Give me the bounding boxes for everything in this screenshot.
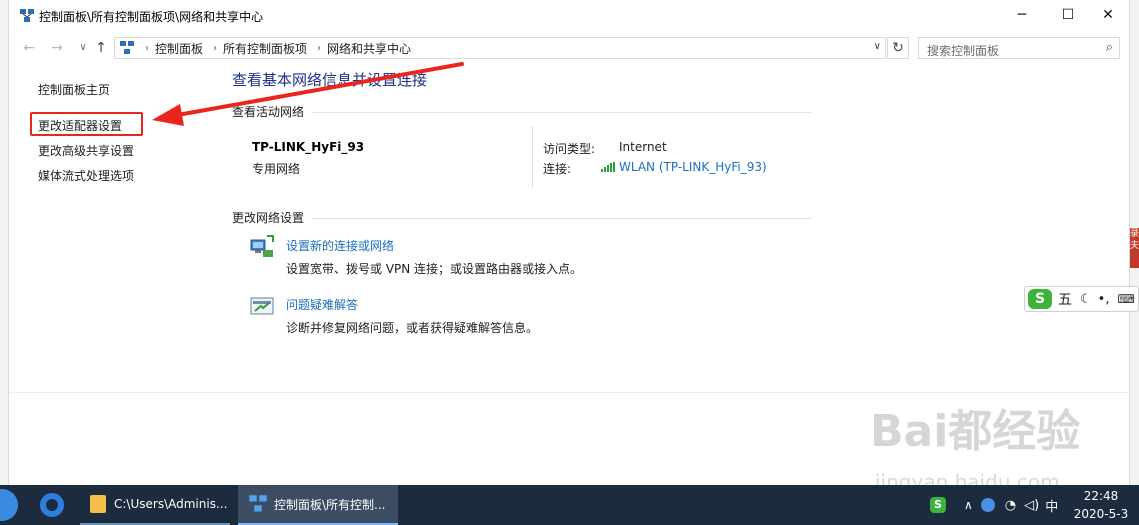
taskbar-item-label: 控制面板\所有控制...: [274, 497, 386, 512]
ie-icon[interactable]: [980, 498, 995, 512]
control-panel-icon: [249, 495, 267, 512]
folder-icon: [90, 495, 106, 513]
ime-toolbar[interactable]: S 五 ☾ •, ⌨: [1024, 286, 1139, 312]
start-edge-icon[interactable]: [0, 489, 18, 521]
taskbar-item-label: C:\Users\Adminis...: [114, 497, 228, 511]
sogou-tray-icon[interactable]: S: [930, 497, 946, 513]
wifi-icon[interactable]: ◔: [1005, 498, 1016, 513]
sogou-logo-icon[interactable]: S: [1028, 289, 1052, 309]
taskbar: C:\Users\Adminis... 控制面板\所有控制... S ∧ ◔ ◁…: [0, 485, 1139, 525]
baidu-watermark: Bai都经验: [870, 406, 1081, 457]
taskbar-item-control-panel[interactable]: 控制面板\所有控制...: [238, 485, 398, 525]
clock-date: 2020-5-3: [1073, 507, 1129, 521]
clock-time: 22:48: [1083, 489, 1119, 503]
volume-icon[interactable]: ◁): [1024, 498, 1039, 513]
system-tray: S ∧ ◔ ◁) 中: [930, 485, 1058, 525]
chevron-up-icon[interactable]: ∧: [964, 498, 973, 512]
keyboard-icon[interactable]: ⌨: [1117, 292, 1134, 306]
ime-tray-icon[interactable]: 中: [1045, 496, 1058, 515]
taskbar-item-explorer[interactable]: C:\Users\Adminis...: [80, 485, 230, 525]
moon-icon[interactable]: ☾: [1080, 292, 1092, 307]
clock[interactable]: 22:48 2020-5-3: [1066, 487, 1136, 523]
punctuation-icon[interactable]: •,: [1098, 292, 1110, 307]
ime-mode-toggle[interactable]: 五: [1058, 289, 1072, 309]
browser-icon[interactable]: [40, 493, 64, 517]
